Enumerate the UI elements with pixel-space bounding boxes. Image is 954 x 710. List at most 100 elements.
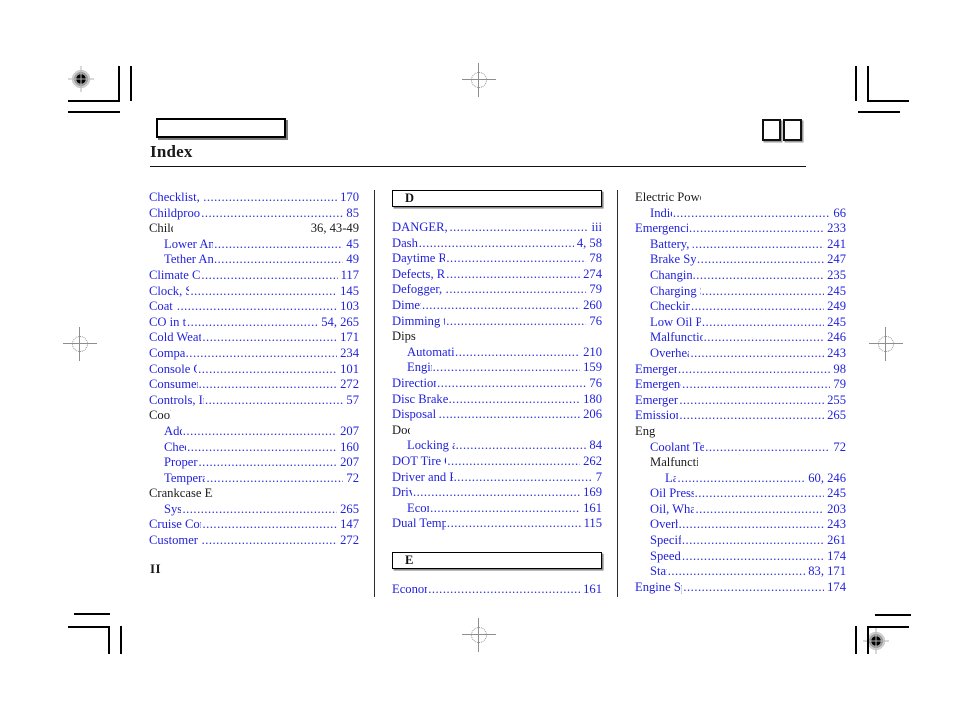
- index-entry[interactable]: Temperature Gauge.......................…: [149, 471, 359, 487]
- index-entry-page: 180: [583, 391, 602, 406]
- index-entry-page: 272: [340, 533, 359, 548]
- index-entry-label: Defogger, Rear Window: [392, 282, 445, 297]
- leader-dots: ........................................…: [446, 251, 586, 266]
- index-entry[interactable]: Clock, Setting the......................…: [149, 284, 359, 300]
- index-entry-label: Lamp: [665, 470, 677, 485]
- index-entry[interactable]: Emergency Towing........................…: [635, 393, 846, 409]
- index-entry[interactable]: Economy, Fuel...........................…: [392, 582, 602, 598]
- index-subheading: Electric Power Steering (EPS)...........…: [635, 190, 846, 206]
- index-entry-label: Specifications: [650, 533, 681, 548]
- index-entry-label: Indicator: [650, 205, 672, 220]
- index-entry[interactable]: Child Seats.............................…: [149, 221, 359, 237]
- index-entry[interactable]: Defogger, Rear Window...................…: [392, 282, 602, 298]
- index-entry-label: Automatic Transmission: [407, 344, 455, 359]
- leader-dots: ........................................…: [421, 297, 581, 312]
- index-entry-label: Dashboard: [392, 235, 418, 250]
- index-entry[interactable]: Emergencies on the Road.................…: [635, 221, 846, 237]
- index-entry[interactable]: CO in the Exhaust.......................…: [149, 315, 359, 331]
- index-entry[interactable]: Tether Anchorage Points.................…: [149, 252, 359, 268]
- index-entry-page: 246: [827, 330, 846, 345]
- index-entry[interactable]: Consumer Information....................…: [149, 377, 359, 393]
- leader-dots: ........................................…: [412, 485, 580, 500]
- index-entry-label: Temperature Gauge: [164, 470, 206, 485]
- leader-dots: ........................................…: [448, 391, 580, 406]
- index-entry[interactable]: Speed Limiter...........................…: [635, 549, 846, 565]
- leader-dots: ........................................…: [679, 392, 824, 407]
- index-entry[interactable]: Driver and Passenger Safety.............…: [392, 470, 602, 486]
- index-entry[interactable]: Checklist, Before Driving...............…: [149, 190, 359, 206]
- index-entry[interactable]: Automatic Transmission..................…: [392, 345, 602, 361]
- index-entry[interactable]: Oil, What Kind to Use...................…: [635, 502, 846, 518]
- index-entry-page: 274: [583, 266, 602, 281]
- index-entry[interactable]: System..................................…: [149, 502, 359, 518]
- index-entry[interactable]: Overheated Engine.......................…: [635, 346, 846, 362]
- index-entry[interactable]: Directional Signals.....................…: [392, 376, 602, 392]
- index-entry-page: 210: [583, 344, 602, 359]
- index-entry-page: 207: [340, 455, 359, 470]
- index-entry[interactable]: Defects, Reporting Safety...............…: [392, 267, 602, 283]
- index-subheading: Doors...................................…: [392, 423, 602, 439]
- index-entry-label: Driver and Passenger Safety: [392, 469, 453, 484]
- index-entry[interactable]: Engine Oil..............................…: [392, 360, 602, 376]
- index-entry[interactable]: Emergency Flashers......................…: [635, 377, 846, 393]
- leader-dots: ........................................…: [214, 236, 343, 251]
- index-entry[interactable]: Disc Brake Wear Indicators..............…: [392, 392, 602, 408]
- index-entry[interactable]: Driving.................................…: [392, 485, 602, 501]
- index-entry[interactable]: Checking the Fuses......................…: [635, 299, 846, 315]
- index-entry[interactable]: Adding..................................…: [149, 424, 359, 440]
- index-entry[interactable]: Malfunction Indicator Lamp..............…: [635, 330, 846, 346]
- index-entry[interactable]: Disposal of Used Oil....................…: [392, 407, 602, 423]
- leader-dots: ........................................…: [201, 533, 338, 548]
- leader-dots: ........................................…: [694, 486, 825, 501]
- index-entry-label: Engine Speed Limiter: [635, 579, 682, 594]
- index-entry-page: 265: [340, 501, 359, 516]
- index-entry[interactable]: Cruise Control Operation................…: [149, 517, 359, 533]
- index-entry-label: Malfunction Indicator: [650, 455, 699, 470]
- index-entry-label: Changing a Flat Tire: [650, 267, 692, 282]
- index-entry[interactable]: Economy.................................…: [392, 501, 602, 517]
- index-entry[interactable]: Console Compartment.....................…: [149, 362, 359, 378]
- index-entry[interactable]: Changing a Flat Tire....................…: [635, 268, 846, 284]
- index-entry[interactable]: Engine Speed Limiter....................…: [635, 580, 846, 596]
- index-entry[interactable]: Dimensions..............................…: [392, 298, 602, 314]
- index-entry[interactable]: Specifications..........................…: [635, 533, 846, 549]
- index-entry[interactable]: Checking................................…: [149, 440, 359, 456]
- index-entry-page: 245: [827, 283, 846, 298]
- leader-dots: ........................................…: [446, 266, 580, 281]
- index-entry[interactable]: Controls, Instruments and...............…: [149, 393, 359, 409]
- index-entry[interactable]: Dimming the Headlights..................…: [392, 314, 602, 330]
- index-entry[interactable]: Low Oil Pressure Indicator..............…: [635, 315, 846, 331]
- index-entry[interactable]: Customer Service Office.................…: [149, 533, 359, 549]
- index-entry[interactable]: Overheating.............................…: [635, 517, 846, 533]
- index-entry[interactable]: Coolant Temperature Gauge...............…: [635, 440, 846, 456]
- index-entry[interactable]: Coat Hook...............................…: [149, 299, 359, 315]
- index-entry-page: 159: [583, 360, 602, 375]
- index-entry[interactable]: Starting................................…: [635, 564, 846, 580]
- index-entry[interactable]: Climate Control Sensors.................…: [149, 268, 359, 284]
- index-entry[interactable]: Dashboard...............................…: [392, 236, 602, 252]
- index-entry[interactable]: Lower Anchorage Points..................…: [149, 237, 359, 253]
- index-entry[interactable]: Emissions Controls......................…: [635, 408, 846, 424]
- index-entry[interactable]: Charging System Indicator...............…: [635, 284, 846, 300]
- index-entry[interactable]: DANGER, Explanation of..................…: [392, 220, 602, 236]
- leader-dots: ........................................…: [438, 407, 581, 422]
- index-entry[interactable]: Brake System Indicator..................…: [635, 252, 846, 268]
- index-entry[interactable]: Daytime Running Lights..................…: [392, 251, 602, 267]
- index-entry[interactable]: DOT Tire Quality Grading................…: [392, 454, 602, 470]
- index-entry[interactable]: Battery, Jump Starting..................…: [635, 237, 846, 253]
- index-entry[interactable]: Childproof Door Locks...................…: [149, 206, 359, 222]
- index-entry[interactable]: Dual Temperature Control................…: [392, 516, 602, 532]
- index-entry[interactable]: Proper Solution.........................…: [149, 455, 359, 471]
- index-entry[interactable]: Oil Pressure Indicator..................…: [635, 486, 846, 502]
- index-entry-page: 60, 246: [808, 470, 846, 485]
- index-entry-label: Oil Pressure Indicator: [650, 486, 694, 501]
- index-entry[interactable]: Lamp....................................…: [635, 471, 846, 487]
- index-entry[interactable]: Compact Spare...........................…: [149, 346, 359, 362]
- index-entry[interactable]: Emergency Brake.........................…: [635, 362, 846, 378]
- index-entry-label: Directional Signals: [392, 375, 436, 390]
- index-entry[interactable]: Cold Weather, Starting in...............…: [149, 330, 359, 346]
- index-entry[interactable]: Indicator...............................…: [635, 206, 846, 222]
- index-entry[interactable]: Locking and Unlocking...................…: [392, 438, 602, 454]
- index-entry-label: Proper Solution: [164, 455, 198, 470]
- index-entry-label: Customer Service Office: [149, 533, 201, 548]
